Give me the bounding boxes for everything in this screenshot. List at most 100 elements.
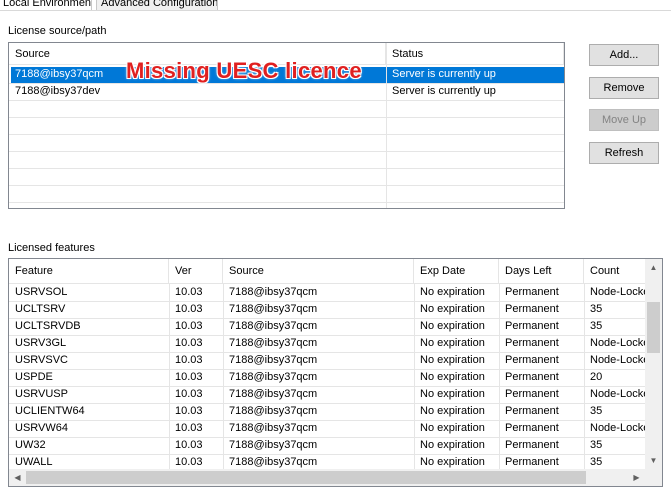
version-cell[interactable]: 10.03 xyxy=(169,352,223,369)
row-divider xyxy=(9,117,564,118)
column-header-source[interactable]: Source xyxy=(223,259,414,284)
days-left-cell[interactable]: Permanent xyxy=(499,403,584,420)
version-cell[interactable]: 10.03 xyxy=(169,335,223,352)
vertical-scroll-thumb[interactable] xyxy=(647,302,660,353)
version-cell[interactable]: 10.03 xyxy=(169,301,223,318)
row-divider xyxy=(9,151,564,152)
horizontal-scrollbar[interactable]: ◀ ▶ xyxy=(9,469,645,486)
version-cell[interactable]: 10.03 xyxy=(169,369,223,386)
source-cell[interactable]: 7188@ibsy37qcm xyxy=(223,437,414,454)
feature-cell[interactable]: UCLTSRVDB xyxy=(9,318,169,335)
licensed-features-table[interactable]: Feature Ver Source Exp Date Days Left Count U… xyxy=(8,258,663,487)
triangle-up-icon[interactable]: ▲ xyxy=(645,259,662,276)
licensed-features-label: Licensed features xyxy=(8,242,95,254)
column-divider xyxy=(223,284,224,470)
vertical-scrollbar[interactable]: ▲ ▼ xyxy=(645,259,662,469)
exp-date-cell[interactable]: No expiration xyxy=(414,437,499,454)
source-cell[interactable]: 7188@ibsy37qcm xyxy=(223,403,414,420)
count-cell[interactable]: 35 xyxy=(584,318,646,335)
column-divider xyxy=(169,284,170,470)
feature-cell[interactable]: USRVUSP xyxy=(9,386,169,403)
feature-cell[interactable]: UCLIENTW64 xyxy=(9,403,169,420)
source-cell[interactable]: 7188@ibsy37qcm xyxy=(223,386,414,403)
version-cell[interactable]: 10.03 xyxy=(169,386,223,403)
count-cell[interactable]: Node-Locked xyxy=(584,284,646,301)
exp-date-cell[interactable]: No expiration xyxy=(414,352,499,369)
column-header-count[interactable]: Count xyxy=(584,259,646,284)
row-divider xyxy=(9,134,564,135)
column-divider xyxy=(414,284,415,470)
count-cell[interactable]: Node-Locked xyxy=(584,386,646,403)
tab-divider xyxy=(0,10,671,11)
column-divider xyxy=(499,284,500,470)
count-cell[interactable]: Node-Locked xyxy=(584,352,646,369)
column-header-days-left[interactable]: Days Left xyxy=(499,259,584,284)
days-left-cell[interactable]: Permanent xyxy=(499,284,584,301)
add-button[interactable]: Add... xyxy=(589,44,659,66)
remove-button[interactable]: Remove xyxy=(589,77,659,99)
source-cell[interactable]: 7188@ibsy37qcm xyxy=(223,284,414,301)
triangle-left-icon[interactable]: ◀ xyxy=(9,469,26,486)
feature-cell[interactable]: USRVSOL xyxy=(9,284,169,301)
triangle-right-icon[interactable]: ▶ xyxy=(628,469,645,486)
days-left-cell[interactable]: Permanent xyxy=(499,420,584,437)
status-cell[interactable]: Server is currently up xyxy=(386,83,564,100)
version-cell[interactable]: 10.03 xyxy=(169,403,223,420)
version-cell[interactable]: 10.03 xyxy=(169,318,223,335)
tab-advanced-configuration[interactable]: Advanced Configuration xyxy=(96,0,218,10)
exp-date-cell[interactable]: No expiration xyxy=(414,369,499,386)
count-cell[interactable]: Node-Locked xyxy=(584,420,646,437)
count-cell[interactable]: 20 xyxy=(584,369,646,386)
column-header-ver[interactable]: Ver xyxy=(169,259,223,284)
count-cell[interactable]: 35 xyxy=(584,301,646,318)
row-divider xyxy=(9,202,564,203)
days-left-cell[interactable]: Permanent xyxy=(499,318,584,335)
feature-cell[interactable]: USPDE xyxy=(9,369,169,386)
version-cell[interactable]: 10.03 xyxy=(169,437,223,454)
exp-date-cell[interactable]: No expiration xyxy=(414,318,499,335)
exp-date-cell[interactable]: No expiration xyxy=(414,386,499,403)
source-cell[interactable]: 7188@ibsy37dev xyxy=(9,83,386,100)
column-header-status[interactable]: Status xyxy=(386,43,564,65)
column-header-exp-date[interactable]: Exp Date xyxy=(414,259,499,284)
count-cell[interactable]: 35 xyxy=(584,437,646,454)
count-cell[interactable]: Node-Locked xyxy=(584,335,646,352)
feature-cell[interactable]: UW32 xyxy=(9,437,169,454)
days-left-cell[interactable]: Permanent xyxy=(499,437,584,454)
exp-date-cell[interactable]: No expiration xyxy=(414,301,499,318)
scrollbar-corner xyxy=(645,469,662,486)
days-left-cell[interactable]: Permanent xyxy=(499,301,584,318)
source-cell[interactable]: 7188@ibsy37qcm xyxy=(223,352,414,369)
source-cell[interactable]: 7188@ibsy37qcm xyxy=(223,335,414,352)
refresh-button[interactable]: Refresh xyxy=(589,142,659,164)
source-cell[interactable]: 7188@ibsy37qcm xyxy=(223,301,414,318)
row-divider xyxy=(9,185,564,186)
feature-cell[interactable]: USRV3GL xyxy=(9,335,169,352)
row-divider xyxy=(9,100,564,101)
count-cell[interactable]: 35 xyxy=(584,403,646,420)
days-left-cell[interactable]: Permanent xyxy=(499,369,584,386)
tab-local-environment[interactable]: Local Environment xyxy=(0,0,92,10)
days-left-cell[interactable]: Permanent xyxy=(499,352,584,369)
triangle-down-icon[interactable]: ▼ xyxy=(645,452,662,469)
exp-date-cell[interactable]: No expiration xyxy=(414,284,499,301)
exp-date-cell[interactable]: No expiration xyxy=(414,335,499,352)
feature-cell[interactable]: UCLTSRV xyxy=(9,301,169,318)
version-cell[interactable]: 10.03 xyxy=(169,284,223,301)
horizontal-scroll-thumb[interactable] xyxy=(26,471,586,484)
exp-date-cell[interactable]: No expiration xyxy=(414,420,499,437)
status-cell[interactable]: Server is currently up xyxy=(386,66,564,83)
row-divider xyxy=(9,168,564,169)
version-cell[interactable]: 10.03 xyxy=(169,420,223,437)
column-divider xyxy=(584,284,585,470)
source-cell[interactable]: 7188@ibsy37qcm xyxy=(223,420,414,437)
feature-cell[interactable]: USRVW64 xyxy=(9,420,169,437)
days-left-cell[interactable]: Permanent xyxy=(499,335,584,352)
exp-date-cell[interactable]: No expiration xyxy=(414,403,499,420)
move-up-button: Move Up xyxy=(589,109,659,131)
source-cell[interactable]: 7188@ibsy37qcm xyxy=(223,369,414,386)
days-left-cell[interactable]: Permanent xyxy=(499,386,584,403)
column-header-feature[interactable]: Feature xyxy=(9,259,169,284)
source-cell[interactable]: 7188@ibsy37qcm xyxy=(223,318,414,335)
feature-cell[interactable]: USRVSVC xyxy=(9,352,169,369)
